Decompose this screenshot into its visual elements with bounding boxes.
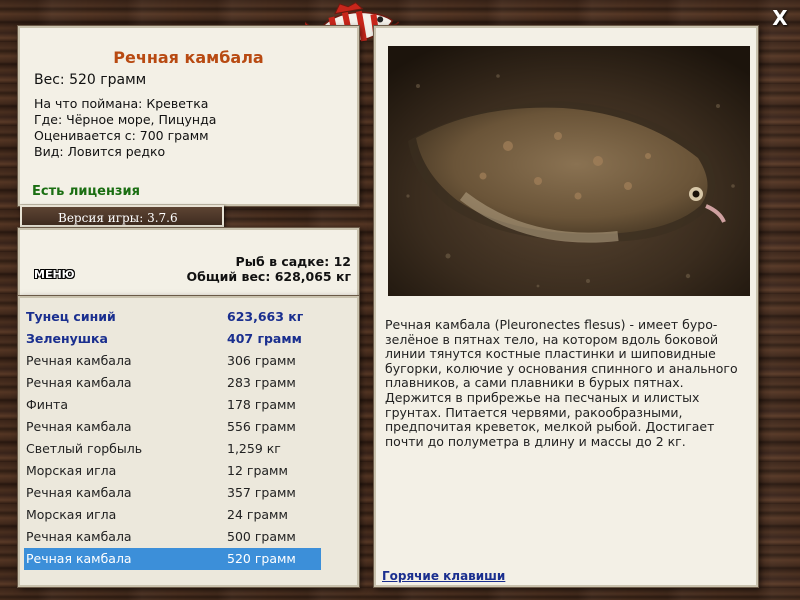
game-version-label: Версия игры: 3.7.6 [20,205,224,227]
license-status: Есть лицензия [32,184,140,199]
catch-row[interactable]: Речная камбала 520 грамм [24,548,321,570]
catch-name: Речная камбала [26,529,132,544]
bait-info: На что поймана: Креветка [34,96,209,111]
catch-name: Морская игла [26,507,117,522]
catch-weight: 283 грамм [227,375,296,390]
catch-name: Финта [26,397,68,412]
catch-row[interactable]: Речная камбала 357 грамм [24,482,321,504]
catch-row[interactable]: Морская игла 24 грамм [24,504,321,526]
value-info: Оценивается с: 700 грамм [34,128,209,143]
menu-button[interactable]: МЕНЮ [34,268,78,282]
catch-weight: 1,259 кг [227,441,281,456]
catch-weight: 407 грамм [227,331,302,346]
catch-list: Тунец синий 623,663 кг Зеленушка 407 грамм Р… [24,306,321,570]
catch-name: Речная камбала [26,419,132,434]
catch-row[interactable]: Речная камбала 306 грамм [24,350,321,372]
catch-row[interactable]: Зеленушка 407 грамм [24,328,321,350]
catch-weight: 178 грамм [227,397,296,412]
fish-photo [388,46,750,296]
fish-title: Речная камбала [113,48,264,67]
catch-weight: 357 грамм [227,485,296,500]
catch-name: Тунец синий [26,309,116,324]
catch-weight: 520 грамм [227,551,296,566]
catch-name: Речная камбала [26,375,132,390]
catch-weight: 12 грамм [227,463,288,478]
location-info: Где: Чёрное море, Пицунда [34,112,217,127]
fish-weight: Вес: 520 грамм [34,72,147,88]
close-button[interactable]: X [770,6,790,30]
rarity-info: Вид: Ловится редко [34,144,166,159]
catch-name: Светлый горбыль [26,441,143,456]
catch-list-panel: Тунец синий 623,663 кг Зеленушка 407 грамм Р… [18,296,359,587]
total-weight: Общий вес: 628,065 кг [186,269,352,284]
catch-weight: 24 грамм [227,507,288,522]
keepnet-stats: Рыб в садке: 12 Общий вес: 628,065 кг [187,254,352,284]
catch-weight: 556 грамм [227,419,296,434]
fish-count: Рыб в садке: 12 [235,254,351,269]
catch-row[interactable]: Светлый горбыль 1,259 кг [24,438,321,460]
catch-weight: 500 грамм [227,529,296,544]
catch-weight: 623,663 кг [227,309,304,324]
hotkeys-link[interactable]: Горячие клавиши [382,569,505,583]
catch-row[interactable]: Тунец синий 623,663 кг [24,306,321,328]
catch-name: Речная камбала [26,353,132,368]
catch-row[interactable]: Речная камбала 556 грамм [24,416,321,438]
fish-description: Речная камбала (Pleuronectes flesus) - и… [385,317,738,449]
catch-row[interactable]: Речная камбала 500 грамм [24,526,321,548]
catch-row[interactable]: Морская игла 12 грамм [24,460,321,482]
catch-row[interactable]: Финта 178 грамм [24,394,321,416]
catch-name: Зеленушка [26,331,108,346]
fish-details: На что поймана: Креветка Где: Чёрное мор… [34,96,216,160]
catch-name: Морская игла [26,463,117,478]
fish-info-panel: Речная камбала Вес: 520 грамм На что пой… [18,26,359,206]
close-icon[interactable]: X [772,6,787,30]
catch-name: Речная камбала [26,551,132,566]
keepnet-stats-panel: МЕНЮ Рыб в садке: 12 Общий вес: 628,065 … [18,228,359,298]
catch-weight: 306 грамм [227,353,296,368]
catch-row[interactable]: Речная камбала 283 грамм [24,372,321,394]
fish-detail-panel: Речная камбала (Pleuronectes flesus) - и… [374,26,758,587]
catch-name: Речная камбала [26,485,132,500]
